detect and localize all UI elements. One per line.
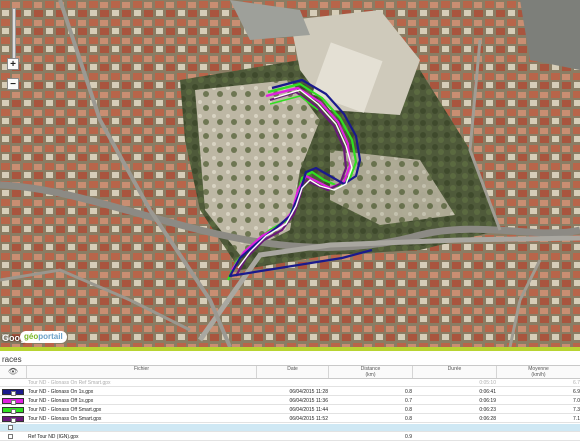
column-header-date[interactable]: Date: [256, 366, 328, 378]
table-row[interactable]: Tour ND - Glonass On Smart.gpx 06/04/2015…: [0, 415, 580, 423]
column-header-speed[interactable]: Moyenne (km/h): [496, 366, 580, 378]
track-color-swatch[interactable]: [2, 389, 24, 396]
duration-cell: [414, 433, 496, 441]
satellite-map[interactable]: + − Google géoportail: [0, 0, 580, 347]
eye-icon: 👁: [7, 367, 19, 376]
visibility-checkbox[interactable]: [11, 400, 16, 405]
speed-header-unit: (km/h): [531, 372, 546, 378]
date-cell: [258, 433, 328, 441]
visibility-cell[interactable]: [0, 406, 26, 414]
speed-cell: [498, 433, 580, 441]
file-cell: Tour ND - Glonass On Smart.gpx: [28, 416, 102, 422]
distance-cell: 0.8: [405, 407, 412, 413]
satellite-imagery: [0, 0, 580, 347]
distance-cell: 0.7: [405, 398, 412, 404]
date-cell: 06/04/2015 11:36: [289, 398, 328, 404]
duration-cell: 0:06:41: [479, 389, 496, 395]
visibility-checkbox[interactable]: [11, 391, 16, 396]
zoom-out-button[interactable]: −: [7, 78, 19, 90]
table-row[interactable]: Tour ND - Glonass On Ref Smart.gpx 0:05:1…: [0, 379, 580, 387]
duration-cell: 0:06:28: [479, 416, 496, 422]
duration-cell: 0:05:10: [479, 380, 496, 386]
duration-cell: 0:06:19: [479, 398, 496, 404]
speed-cell: 7.1: [573, 416, 580, 422]
date-cell: [258, 379, 328, 387]
visibility-checkbox[interactable]: [11, 409, 16, 414]
visibility-checkbox[interactable]: [8, 425, 13, 430]
file-cell: Tour ND - Glonass Off 1s.gpx: [28, 398, 94, 404]
date-cell: 06/04/2015 11:52: [289, 416, 328, 422]
table-row[interactable]: Tour ND - Glonass Off 1s.gpx 06/04/2015 1…: [0, 397, 580, 405]
speed-cell: 6.7: [573, 380, 580, 386]
tracks-panel: races 👁 Fichier Date Distance (km) Durée…: [0, 347, 580, 445]
duration-cell: 0:06:23: [479, 407, 496, 413]
date-cell: [258, 424, 328, 432]
distance-cell: 0.9: [405, 434, 412, 440]
table-row[interactable]: Tour ND - Glonass Off Smart.gpx 06/04/201…: [0, 406, 580, 414]
file-cell: Tour ND - Glonass On Ref Smart.gpx: [28, 380, 111, 386]
visibility-cell[interactable]: [0, 388, 26, 396]
visibility-cell[interactable]: [0, 379, 26, 387]
visibility-cell[interactable]: [0, 433, 26, 441]
date-cell: 06/04/2015 11:44: [289, 407, 328, 413]
column-header-distance[interactable]: Distance (km): [328, 366, 412, 378]
table-row[interactable]: Tour ND - Glonass On 1s.gpx 06/04/2015 11…: [0, 388, 580, 396]
speed-cell: [498, 424, 580, 432]
column-header-visible[interactable]: 👁: [0, 366, 26, 378]
distance-header-unit: (km): [365, 372, 376, 378]
speed-cell: 7.0: [573, 398, 580, 404]
visibility-checkbox[interactable]: [8, 434, 13, 439]
distance-cell: 0.8: [405, 389, 412, 395]
file-cell: Tour ND - Glonass On 1s.gpx: [28, 389, 94, 395]
track-color-swatch[interactable]: [2, 407, 24, 414]
zoom-slider-track[interactable]: [12, 8, 16, 60]
table-row[interactable]: Ref Tour ND (IGN).gpx 0.9: [0, 433, 580, 441]
speed-cell: 7.3: [573, 407, 580, 413]
visibility-cell[interactable]: [0, 415, 26, 423]
table-row[interactable]: [0, 424, 580, 432]
distance-cell: 0.8: [405, 416, 412, 422]
geoportail-logo[interactable]: géoportail: [20, 331, 67, 343]
date-cell: 06/04/2015 11:28: [289, 389, 328, 395]
file-cell: Tour ND - Glonass Off Smart.gpx: [28, 407, 102, 413]
zoom-in-button[interactable]: +: [7, 58, 19, 70]
file-cell: Ref Tour ND (IGN).gpx: [28, 434, 79, 440]
visibility-cell[interactable]: [0, 397, 26, 405]
distance-cell: [330, 379, 412, 387]
geoportail-logo-prefix: géo: [24, 332, 39, 341]
geoportail-logo-suffix: portail: [38, 332, 63, 341]
distance-cell: [330, 424, 412, 432]
table-header: 👁 Fichier Date Distance (km) Durée Moyen…: [0, 365, 580, 379]
column-header-duration[interactable]: Durée: [412, 366, 496, 378]
track-color-swatch[interactable]: [2, 398, 24, 405]
panel-title: races: [2, 355, 22, 364]
duration-cell: [414, 424, 496, 432]
column-header-file[interactable]: Fichier: [26, 366, 256, 378]
file-cell: [28, 424, 256, 432]
speed-cell: 6.9: [573, 389, 580, 395]
track-color-swatch[interactable]: [2, 416, 24, 423]
visibility-checkbox[interactable]: [11, 418, 16, 423]
visibility-cell[interactable]: [0, 424, 26, 432]
